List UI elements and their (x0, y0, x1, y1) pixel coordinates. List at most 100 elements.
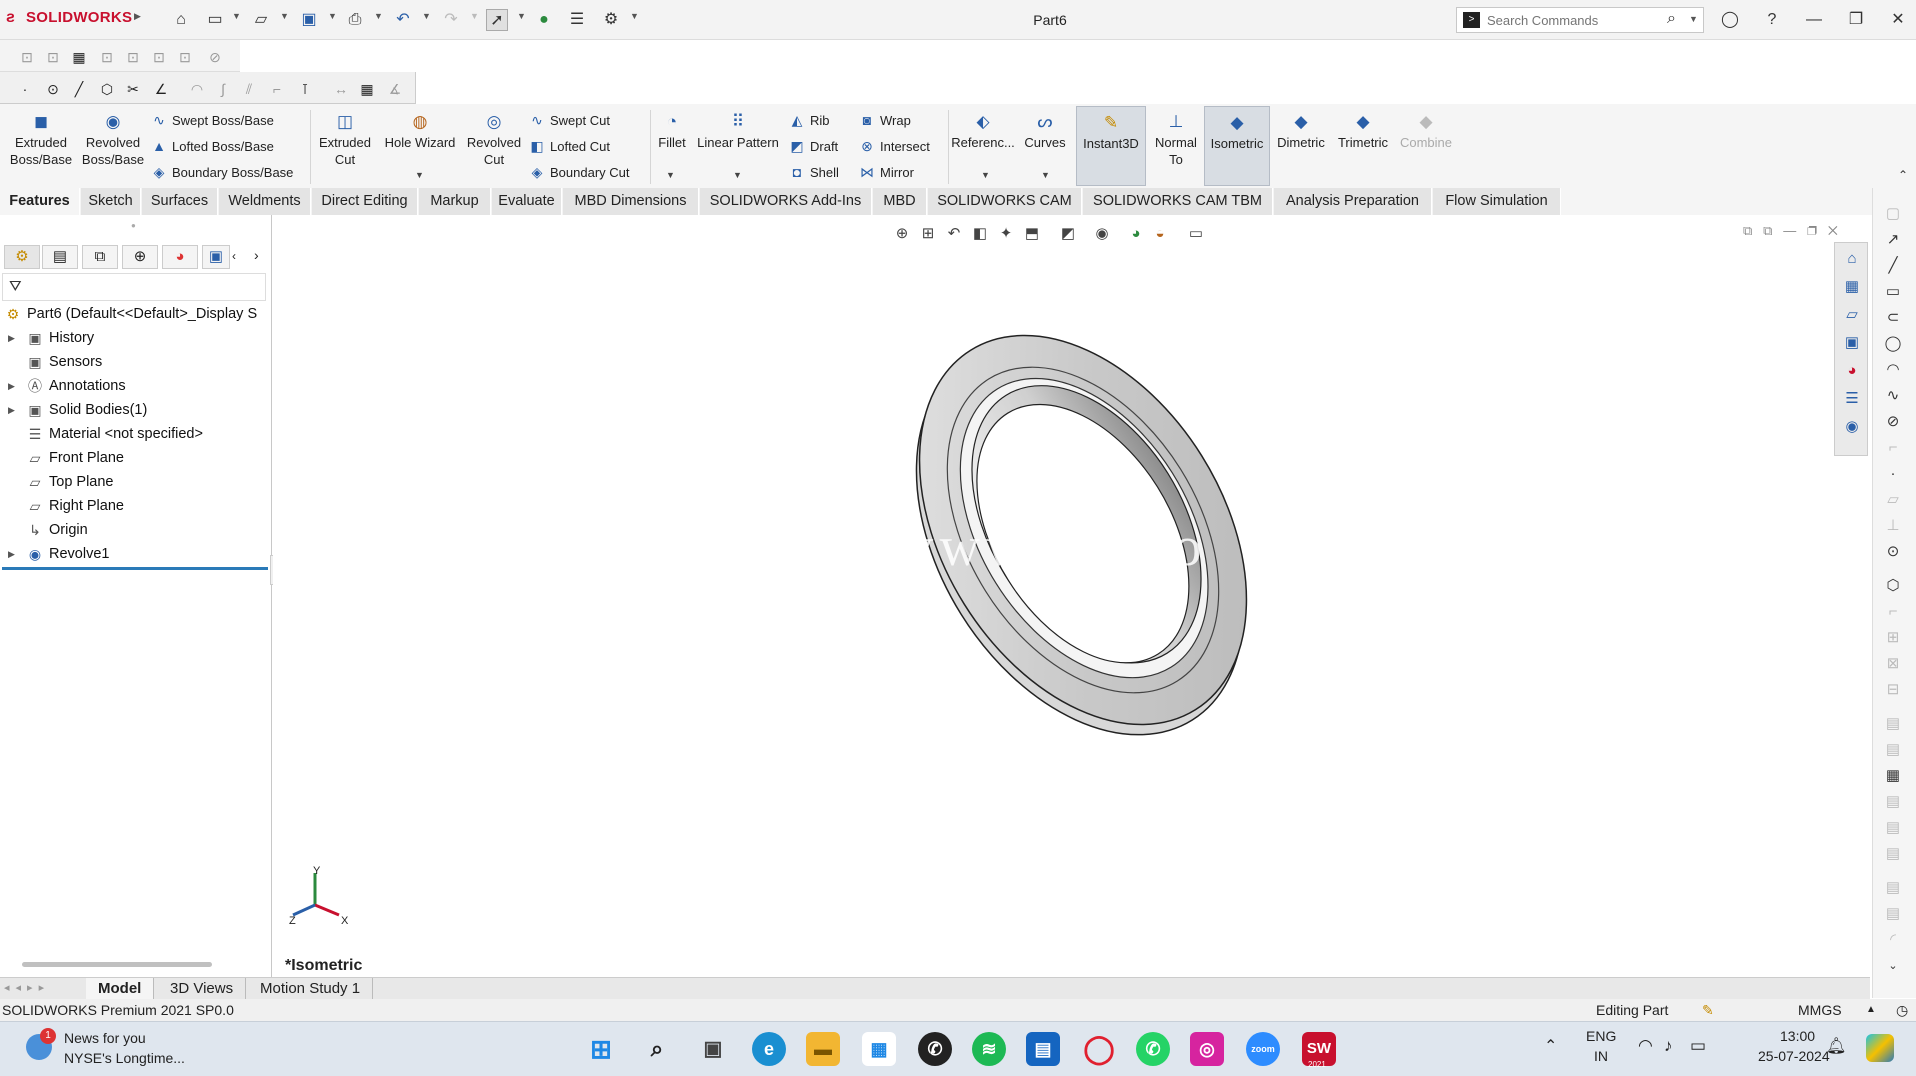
redo-dropdown-icon[interactable]: ▼ (470, 11, 479, 21)
view-orientation-icon[interactable]: ⬒ (1021, 223, 1043, 245)
notepad-icon[interactable]: ▤ (1026, 1032, 1060, 1066)
file-explorer-icon[interactable]: ▬ (806, 1032, 840, 1066)
curves-button[interactable]: ᔕ Curves (1018, 112, 1072, 151)
whatsapp-alt-icon[interactable]: ✆ (918, 1032, 952, 1066)
line-icon[interactable]: ╱ (70, 80, 88, 98)
attach-tool-icon[interactable]: ▤ (1883, 904, 1903, 924)
search-input[interactable] (1487, 11, 1647, 29)
tab-solidworks-add-ins[interactable]: SOLIDWORKS Add-Ins (700, 188, 872, 215)
boundary-boss-button[interactable]: ◈ Boundary Boss/Base (150, 164, 294, 181)
line-tool-icon[interactable]: ╱ (1883, 256, 1903, 276)
tabs-scroll-left-icon[interactable]: ‹ (232, 249, 236, 263)
expand-icon[interactable]: ▶ (8, 375, 15, 397)
tab-3d-views[interactable]: 3D Views (158, 978, 247, 1000)
file-explorer-icon[interactable]: ▱ (1842, 305, 1862, 325)
angular-dim-icon[interactable]: ∡ (386, 80, 404, 98)
weld-symbol-icon[interactable]: ⊡ (150, 48, 168, 66)
trim-icon[interactable]: ✂ (124, 80, 142, 98)
dimxpert-tab-icon[interactable]: ⊕ (122, 245, 158, 269)
wrap-button[interactable]: ◙ Wrap (858, 112, 911, 128)
arc-icon[interactable]: ◠ (188, 80, 206, 98)
tab-sketch[interactable]: Sketch (81, 188, 141, 215)
trim-tool-icon[interactable]: ⌐ (1883, 602, 1903, 622)
fillet-tool-icon[interactable]: ⌐ (1883, 438, 1903, 458)
custom-properties-icon[interactable]: ☰ (1842, 389, 1862, 409)
zoom-to-fit-icon[interactable]: ⊕ (891, 223, 913, 245)
surface-finish-icon[interactable]: ⊡ (124, 48, 142, 66)
combine-button[interactable]: ◆ Combine (1396, 112, 1456, 151)
lofted-boss-button[interactable]: ▲ Lofted Boss/Base (150, 138, 274, 154)
revolved-boss-button[interactable]: ◉ Revolved Boss/Base (78, 112, 148, 168)
tab-mbd-dimensions[interactable]: MBD Dimensions (563, 188, 699, 215)
home-icon[interactable]: ⌂ (170, 9, 192, 31)
search-commands-box[interactable]: > ⌕ ▼ (1456, 7, 1704, 33)
tab-solidworks-cam[interactable]: SOLIDWORKS CAM (928, 188, 1082, 215)
minimize-icon[interactable]: — (1800, 8, 1828, 32)
pattern-tool-icon[interactable]: ⊟ (1883, 680, 1903, 700)
draft-button[interactable]: ◩ Draft (788, 138, 838, 155)
design-library-icon[interactable]: ▦ (1842, 277, 1862, 297)
zoom-icon[interactable]: zoom (1246, 1032, 1280, 1066)
mirror-button[interactable]: ⋈ Mirror (858, 164, 914, 181)
property-manager-tab-icon[interactable]: ▤ (42, 245, 78, 269)
offset-tool-icon[interactable]: ⊙ (1883, 542, 1903, 562)
wifi-icon[interactable]: ◠ (1638, 1036, 1653, 1056)
tree-item-material[interactable]: ☰ Material <not specified> (0, 423, 270, 445)
viewport-minimize-icon[interactable]: — (1783, 223, 1796, 238)
help-icon[interactable]: ? (1758, 8, 1786, 32)
close-icon[interactable]: ✕ (1884, 8, 1912, 32)
display-manager-tab-icon[interactable]: ◕ (162, 245, 198, 269)
tab-markup[interactable]: Markup (419, 188, 491, 215)
print-dropdown-icon[interactable]: ▼ (374, 11, 383, 21)
hole-wizard-dropdown-icon[interactable]: ▼ (415, 170, 424, 180)
expand-icon[interactable]: ▶ (8, 543, 15, 565)
plane-tool-icon[interactable]: ▱ (1883, 490, 1903, 510)
instagram-icon[interactable]: ◎ (1190, 1032, 1224, 1066)
angle-icon[interactable]: ∠ (152, 80, 170, 98)
tab-flow-simulation[interactable]: Flow Simulation (1433, 188, 1561, 215)
undo-icon[interactable]: ↶ (392, 9, 414, 31)
tree-item-sensors[interactable]: ▣ Sensors (0, 351, 270, 373)
annotation-tool-icon[interactable]: ▦ (1883, 766, 1903, 786)
account-icon[interactable]: ◯ (1716, 8, 1744, 32)
viewport-close-icon[interactable]: ✕ (1828, 223, 1838, 238)
mirror-tool-icon[interactable]: ⊠ (1883, 654, 1903, 674)
linear-pattern-dropdown-icon[interactable]: ▼ (733, 170, 742, 180)
edit-appearance-icon[interactable]: ◕ (1125, 223, 1147, 245)
convert-tool-icon[interactable]: ⊞ (1883, 628, 1903, 648)
tab-weldments[interactable]: Weldments (219, 188, 311, 215)
extruded-cut-button[interactable]: ◫ Extruded Cut (312, 112, 378, 168)
dynamic-annotation-icon[interactable]: ✦ (995, 223, 1017, 245)
smart-dim-icon[interactable]: ↗ (1883, 230, 1903, 250)
solidworks-forum-icon[interactable]: ◉ (1842, 417, 1862, 437)
boundary-cut-button[interactable]: ◈ Boundary Cut (528, 164, 630, 181)
splitter-handle[interactable]: ● (131, 221, 136, 230)
units-dropdown-icon[interactable]: ▲ (1866, 999, 1876, 1021)
smart-dimension-icon[interactable]: ⊡ (18, 48, 36, 66)
clip-tool-icon[interactable]: ◜ (1883, 930, 1903, 950)
tree-item-history[interactable]: ▶ ▣ History (0, 327, 270, 349)
hide-show-items-icon[interactable]: ◉ (1091, 223, 1113, 245)
lofted-cut-button[interactable]: ◧ Lofted Cut (528, 138, 610, 155)
new-document-icon[interactable]: ▭ (204, 9, 226, 31)
horizontal-scrollbar[interactable] (22, 962, 212, 967)
arc-tool-icon[interactable]: ◠ (1883, 360, 1903, 380)
fillet-button[interactable]: ◔ Fillet (652, 112, 692, 151)
file-properties-icon[interactable]: ☰ (566, 9, 588, 31)
tab-analysis-preparation[interactable]: Analysis Preparation (1274, 188, 1432, 215)
balloon-icon[interactable]: ⊡ (98, 48, 116, 66)
region-code[interactable]: IN (1594, 1048, 1608, 1064)
trimetric-button[interactable]: ◆ Trimetric (1334, 112, 1392, 151)
tree-item-revolve1[interactable]: ▶ ◉ Revolve1 (0, 543, 270, 565)
tab-motion-study-1[interactable]: Motion Study 1 (248, 978, 374, 1000)
news-title[interactable]: News for you (64, 1030, 146, 1046)
tree-item-right-plane[interactable]: ▱ Right Plane (0, 495, 270, 517)
notification-bell-icon[interactable]: 🔔︎ (1826, 1036, 1846, 1056)
curves-dropdown-icon[interactable]: ▼ (1041, 170, 1050, 180)
sketch-icon[interactable]: ▢ (1883, 204, 1903, 224)
edge-browser-icon[interactable]: e (752, 1032, 786, 1066)
spline-tool-icon[interactable]: ∿ (1883, 386, 1903, 406)
spline-icon[interactable]: ∫ (214, 80, 232, 98)
view-palette-icon[interactable]: ▣ (1842, 333, 1862, 353)
tree-filter[interactable]: ⛛ (2, 273, 266, 301)
